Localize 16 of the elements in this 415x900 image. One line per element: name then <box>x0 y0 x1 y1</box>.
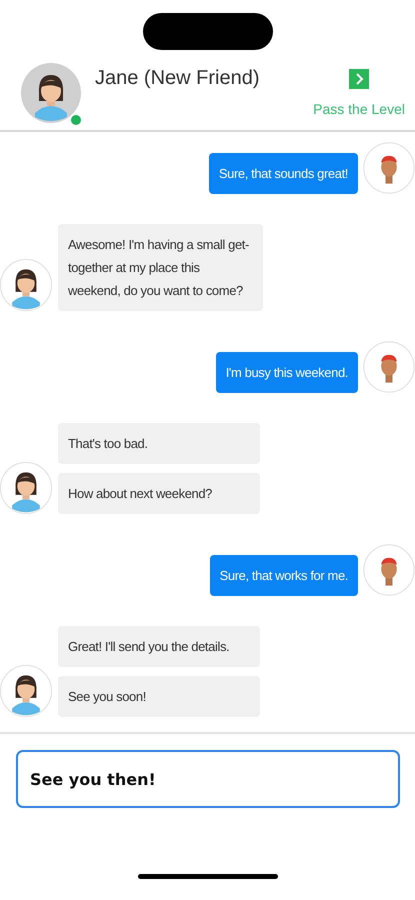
received-message: See you soon! <box>58 676 260 717</box>
received-message: That's too bad. <box>58 423 260 464</box>
chevron-right-icon <box>349 69 370 89</box>
contact-avatar <box>0 665 52 717</box>
message-input[interactable]: See you then! <box>16 750 400 808</box>
contact-avatar <box>0 259 52 311</box>
contact-avatar <box>21 63 81 123</box>
contact-name: Jane (New Friend) <box>95 67 261 91</box>
home-indicator[interactable] <box>138 874 278 879</box>
contact-avatar <box>0 462 52 514</box>
received-message: Great! I'll send you the details. <box>58 626 260 667</box>
sent-message: Sure, that works for me. <box>210 555 358 596</box>
received-message: How about next weekend? <box>58 473 260 514</box>
sent-message: Sure, that sounds great! <box>208 153 358 194</box>
received-message: Awesome! I'm having a small get-together at my place this weekend, do you want to come? <box>58 224 263 311</box>
sent-message: I'm busy this weekend. <box>216 352 358 393</box>
